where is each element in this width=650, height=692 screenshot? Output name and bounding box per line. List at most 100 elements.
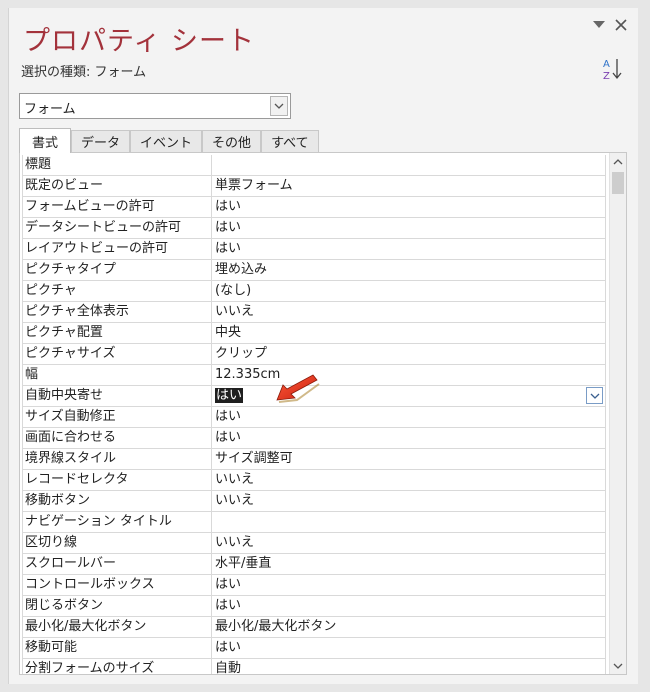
property-value[interactable]: はい — [212, 428, 606, 448]
property-value[interactable]: (なし) — [212, 281, 606, 301]
property-row[interactable]: サイズ自動修正 はい — [22, 407, 606, 428]
property-row[interactable]: 画面に合わせる はい — [22, 428, 606, 449]
property-value[interactable]: クリップ — [212, 344, 606, 364]
property-name: 移動ボタン — [22, 491, 212, 511]
property-name: レコードセレクタ — [22, 470, 212, 490]
property-row[interactable]: 最小化/最大化ボタン 最小化/最大化ボタン — [22, 617, 606, 638]
property-row[interactable]: レイアウトビューの許可 はい — [22, 239, 606, 260]
property-value[interactable]: 最小化/最大化ボタン — [212, 617, 606, 637]
property-name: 標題 — [22, 155, 212, 175]
property-row[interactable]: ピクチャ全体表示 いいえ — [22, 302, 606, 323]
property-value[interactable]: 自動 — [212, 659, 606, 674]
property-row[interactable]: 区切り線 いいえ — [22, 533, 606, 554]
chevron-down-icon[interactable] — [586, 387, 603, 404]
triangle-down-icon[interactable] — [592, 18, 606, 32]
property-row[interactable]: 移動ボタン いいえ — [22, 491, 606, 512]
property-row[interactable]: ピクチャ配置 中央 — [22, 323, 606, 344]
property-name: 境界線スタイル — [22, 449, 212, 469]
property-value[interactable]: いいえ — [212, 470, 606, 490]
window-frame: プロパティ シート 選択の種類: フォーム A Z フォーム 書式 データ イベ… — [0, 0, 650, 692]
property-row[interactable]: コントロールボックス はい — [22, 575, 606, 596]
tab-all[interactable]: すべて — [261, 130, 319, 152]
object-select-value: フォーム — [24, 102, 76, 117]
property-row[interactable]: 標題 — [22, 155, 606, 176]
property-value[interactable]: 中央 — [212, 323, 606, 343]
scroll-thumb[interactable] — [612, 172, 624, 194]
property-row[interactable]: 移動可能 はい — [22, 638, 606, 659]
property-rows: 標題 既定のビュー 単票フォーム フォームビューの許可 はい データシートビューの許可 はい… — [22, 155, 606, 674]
property-name: 画面に合わせる — [22, 428, 212, 448]
property-value[interactable]: 単票フォーム — [212, 176, 606, 196]
property-name: ピクチャタイプ — [22, 260, 212, 280]
property-row[interactable]: ピクチャサイズ クリップ — [22, 344, 606, 365]
panel-title: プロパティ シート — [23, 26, 255, 57]
property-value[interactable]: いいえ — [212, 491, 606, 511]
property-row[interactable]: 分割フォームのサイズ 自動 — [22, 659, 606, 674]
property-name: ピクチャサイズ — [22, 344, 212, 364]
chevron-down-icon[interactable] — [270, 96, 288, 116]
property-row[interactable]: データシートビューの許可 はい — [22, 218, 606, 239]
close-icon[interactable] — [614, 18, 628, 32]
property-row[interactable]: ナビゲーション タイトル — [22, 512, 606, 533]
property-row[interactable]: ピクチャ (なし) — [22, 281, 606, 302]
property-name: 移動可能 — [22, 638, 212, 658]
property-value[interactable]: いいえ — [212, 302, 606, 322]
scroll-up-icon[interactable] — [610, 153, 626, 170]
property-name: サイズ自動修正 — [22, 407, 212, 427]
property-name: 最小化/最大化ボタン — [22, 617, 212, 637]
property-value[interactable]: はい — [212, 638, 606, 658]
property-value[interactable]: はい — [212, 596, 606, 616]
property-name: 自動中央寄せ — [22, 386, 212, 406]
property-value[interactable]: 埋め込み — [212, 260, 606, 280]
vertical-scrollbar[interactable] — [609, 153, 626, 674]
tab-data[interactable]: データ — [71, 130, 131, 152]
property-value[interactable]: はい — [212, 386, 606, 406]
property-name: ピクチャ配置 — [22, 323, 212, 343]
sort-az-icon[interactable]: A Z — [602, 56, 624, 82]
title-buttons — [592, 18, 628, 32]
property-name: 区切り線 — [22, 533, 212, 553]
tab-event[interactable]: イベント — [130, 130, 203, 152]
property-value-text[interactable]: はい — [215, 388, 244, 403]
svg-text:A: A — [603, 59, 610, 70]
property-value[interactable]: いいえ — [212, 533, 606, 553]
property-name: レイアウトビューの許可 — [22, 239, 212, 259]
property-row[interactable]: 境界線スタイル サイズ調整可 — [22, 449, 606, 470]
property-value[interactable]: 水平/垂直 — [212, 554, 606, 574]
svg-text:Z: Z — [603, 71, 610, 82]
tab-strip: 書式 データ イベント その他 すべて — [19, 128, 319, 153]
scroll-down-icon[interactable] — [610, 657, 626, 674]
property-name: 幅 — [22, 365, 212, 385]
property-value[interactable]: はい — [212, 407, 606, 427]
property-name: ナビゲーション タイトル — [22, 512, 212, 532]
property-value[interactable]: 12.335cm — [212, 365, 606, 385]
property-name: データシートビューの許可 — [22, 218, 212, 238]
property-row[interactable]: スクロールバー 水平/垂直 — [22, 554, 606, 575]
property-name: コントロールボックス — [22, 575, 212, 595]
property-grid: 標題 既定のビュー 単票フォーム フォームビューの許可 はい データシートビューの許可 はい… — [19, 152, 627, 675]
property-name: ピクチャ全体表示 — [22, 302, 212, 322]
property-row[interactable]: 閉じるボタン はい — [22, 596, 606, 617]
property-row[interactable]: ピクチャタイプ 埋め込み — [22, 260, 606, 281]
object-select-combo[interactable]: フォーム — [19, 93, 291, 119]
property-row[interactable]: 既定のビュー 単票フォーム — [22, 176, 606, 197]
tab-format[interactable]: 書式 — [19, 128, 72, 153]
property-value[interactable]: はい — [212, 239, 606, 259]
property-value[interactable]: はい — [212, 218, 606, 238]
property-name: 既定のビュー — [22, 176, 212, 196]
property-name: 分割フォームのサイズ — [22, 659, 212, 674]
property-name: フォームビューの許可 — [22, 197, 212, 217]
tab-other[interactable]: その他 — [202, 130, 262, 152]
pointer-arrow-icon — [276, 374, 320, 403]
property-name: 閉じるボタン — [22, 596, 212, 616]
property-row[interactable]: レコードセレクタ いいえ — [22, 470, 606, 491]
property-name: スクロールバー — [22, 554, 212, 574]
property-sheet-panel: プロパティ シート 選択の種類: フォーム A Z フォーム 書式 データ イベ… — [8, 8, 638, 684]
property-value[interactable] — [212, 512, 606, 532]
property-value[interactable]: サイズ調整可 — [212, 449, 606, 469]
property-value[interactable] — [212, 155, 606, 175]
property-name: ピクチャ — [22, 281, 212, 301]
property-row[interactable]: フォームビューの許可 はい — [22, 197, 606, 218]
property-value[interactable]: はい — [212, 575, 606, 595]
property-value[interactable]: はい — [212, 197, 606, 217]
